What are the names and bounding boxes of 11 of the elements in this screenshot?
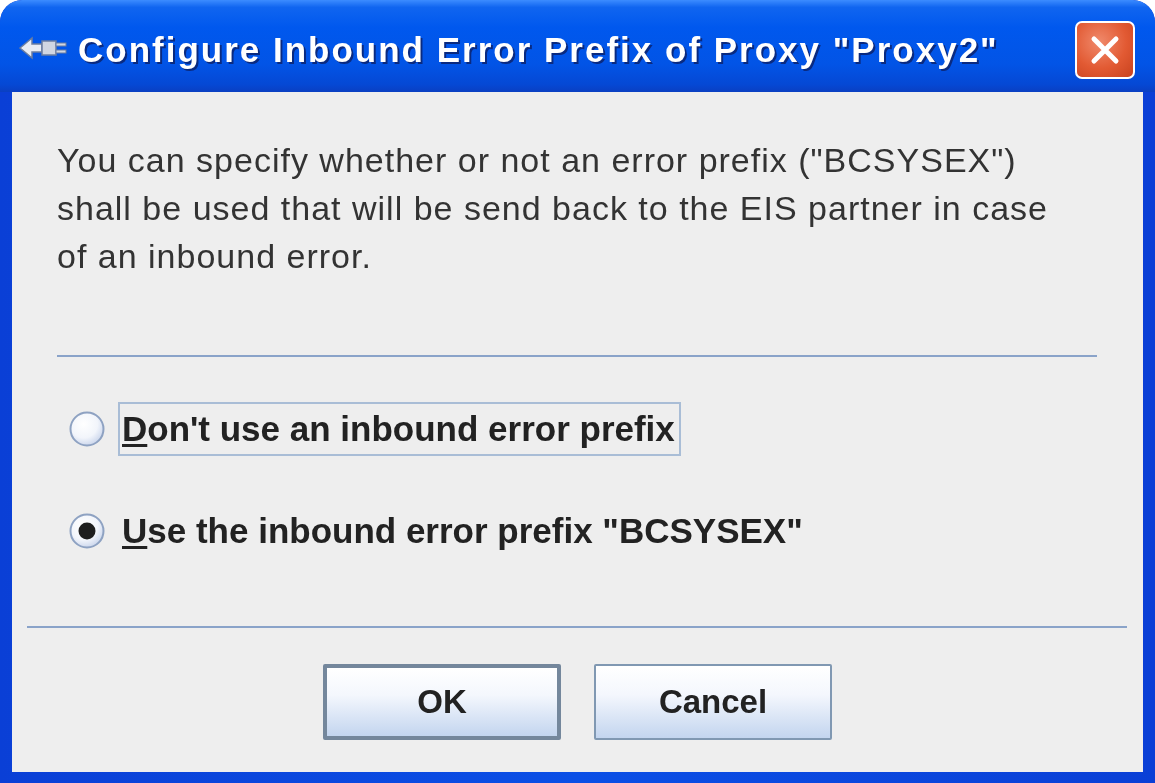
option-label[interactable]: Use the inbound error prefix "BCSYSEX" bbox=[118, 504, 809, 558]
radio-button[interactable] bbox=[69, 513, 105, 549]
window-title: Configure Inbound Error Prefix of Proxy "Proxy2" bbox=[78, 30, 1000, 70]
description-text: You can specify whether or not an error prefix ("BCSYSEX") shall be used that will be send back to the EIS partner in case of an inbound error. bbox=[57, 140, 1049, 277]
radio-button[interactable] bbox=[69, 411, 105, 447]
cancel-button[interactable]: Cancel bbox=[594, 664, 832, 740]
arrow-plug-icon bbox=[18, 35, 68, 61]
ok-button[interactable]: OK bbox=[323, 664, 561, 740]
close-icon bbox=[1090, 35, 1120, 65]
option-label[interactable]: Don't use an inbound error prefix bbox=[118, 402, 681, 456]
close-button[interactable] bbox=[1075, 21, 1135, 79]
